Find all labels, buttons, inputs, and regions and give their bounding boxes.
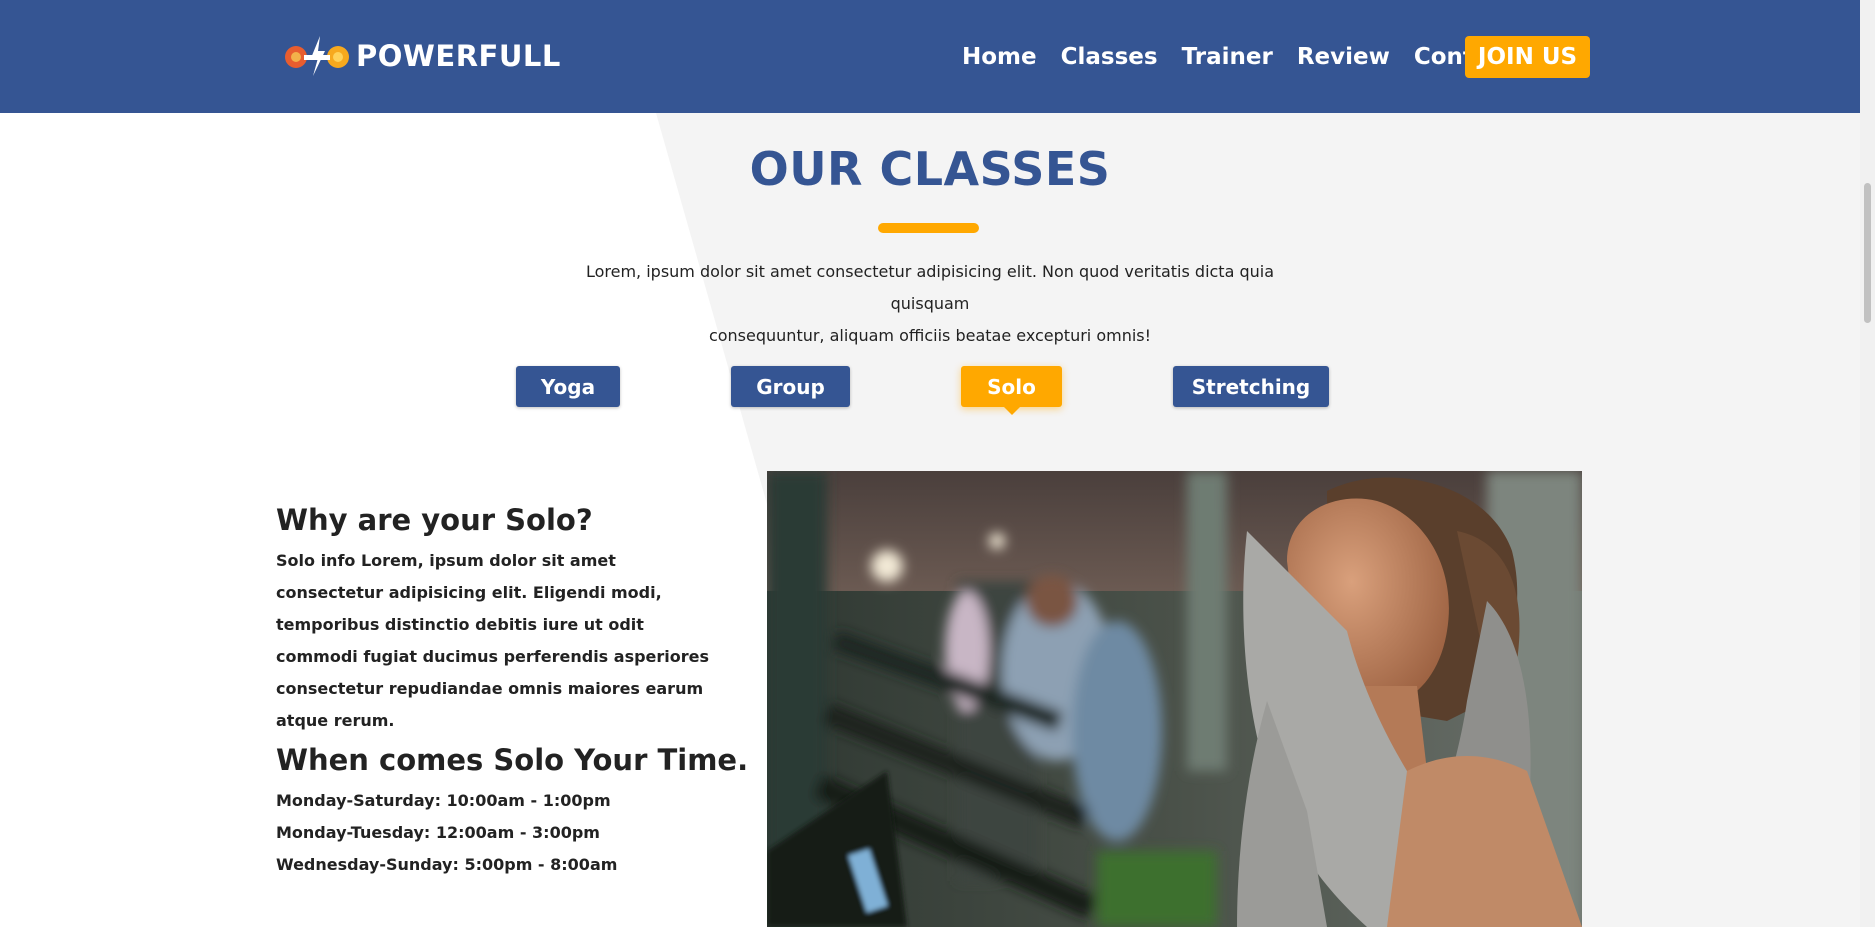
schedule-item: Wednesday-Sunday: 5:00pm - 8:00am (276, 855, 618, 874)
tab-stretching[interactable]: Stretching (1173, 366, 1329, 407)
nav-review[interactable]: Review (1297, 44, 1390, 70)
scrollbar-thumb[interactable] (1864, 183, 1871, 323)
tab-solo[interactable]: Solo (961, 366, 1062, 407)
class-photo (767, 471, 1582, 927)
brand-name: POWERFULL (356, 39, 561, 73)
navbar: POWERFULL Home Classes Trainer Review Co… (0, 0, 1860, 113)
join-us-button[interactable]: JOIN US (1465, 36, 1590, 78)
tab-group[interactable]: Group (731, 366, 850, 407)
tab-yoga[interactable]: Yoga (516, 366, 620, 407)
nav-home[interactable]: Home (962, 44, 1037, 70)
schedule-item: Monday-Tuesday: 12:00am - 3:00pm (276, 823, 600, 842)
schedule-list: Monday-Saturday: 10:00am - 1:00pm Monday… (276, 785, 617, 881)
page: POWERFULL Home Classes Trainer Review Co… (0, 0, 1860, 927)
section-intro: Lorem, ipsum dolor sit amet consectetur … (560, 256, 1300, 352)
nav-trainer[interactable]: Trainer (1182, 44, 1273, 70)
intro-line-1: Lorem, ipsum dolor sit amet consectetur … (585, 262, 1275, 313)
why-description: Solo info Lorem, ipsum dolor sit amet co… (276, 551, 710, 730)
why-heading: Why are your Solo? (276, 503, 593, 537)
schedule-item: Monday-Saturday: 10:00am - 1:00pm (276, 791, 611, 810)
section-title: OUR CLASSES (749, 142, 1111, 196)
nav-classes[interactable]: Classes (1061, 44, 1158, 70)
title-underline (878, 223, 979, 233)
scrollbar[interactable] (1860, 0, 1875, 927)
when-heading: When comes Solo Your Time. (276, 743, 749, 777)
main-nav: Home Classes Trainer Review Contact (962, 35, 1538, 79)
logo[interactable]: POWERFULL (284, 34, 561, 78)
dumbbell-bolt-icon (284, 34, 350, 78)
intro-line-2: consequuntur, aliquam officiis beatae ex… (708, 326, 1152, 345)
